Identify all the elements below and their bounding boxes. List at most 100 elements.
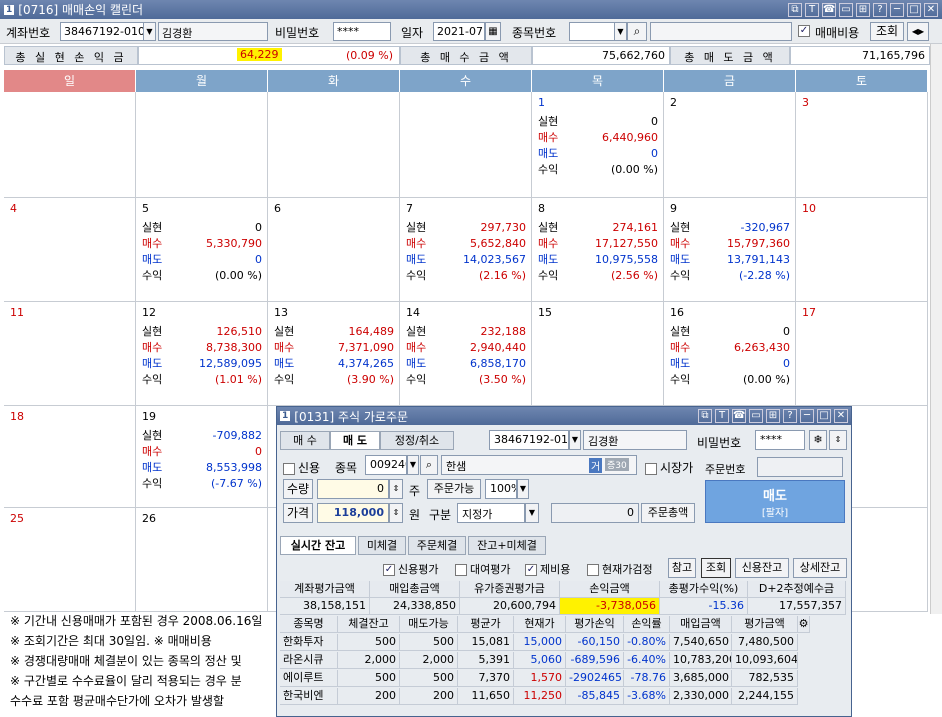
order-no-input[interactable] [757, 457, 843, 477]
holdings-header-cell[interactable]: 평균가 [458, 616, 514, 633]
password-input[interactable]: **** [333, 22, 391, 41]
day-cell[interactable]: 8 실현 274,161 매수 17,127,550 매도 10,975,558 수익 (2.5… [532, 198, 664, 302]
percent-select[interactable]: 100% [485, 479, 517, 499]
fee-option[interactable]: ✓ 제비용 [525, 561, 570, 577]
price-input[interactable]: 118,000 [317, 503, 389, 523]
day-cell[interactable] [136, 92, 268, 198]
subtab-filled[interactable]: 주문체결 [408, 536, 466, 555]
day-cell[interactable]: 15 [532, 302, 664, 406]
date-input[interactable]: 2021-07 [433, 22, 485, 41]
day-cell[interactable]: 18 [4, 406, 136, 508]
market-price-option[interactable]: 시장가 [645, 459, 693, 476]
day-cell[interactable]: 5 실현 0 매수 5,330,790 매도 0 수익 (0.00 %) [136, 198, 268, 302]
tab-sell[interactable]: 매 도 [330, 431, 380, 450]
day-cell[interactable] [400, 92, 532, 198]
holding-row[interactable]: 에이루트 500 500 7,370 1,570 -2902465 -78.76 3,685,… [280, 670, 850, 687]
day-cell[interactable] [268, 92, 400, 198]
order-password-input[interactable]: **** [755, 430, 805, 450]
order-help-icon[interactable]: ? [783, 409, 797, 423]
text-icon[interactable]: T [805, 2, 819, 17]
day-cell[interactable]: 4 [4, 198, 136, 302]
order-total-button[interactable]: 주문총액 [641, 503, 695, 523]
subtab-balance-unfilled[interactable]: 잔고+미체결 [468, 536, 546, 555]
table-settings-icon[interactable]: ⚙ [798, 616, 810, 633]
order-layout-icon[interactable]: ⊞ [766, 409, 780, 423]
stock-code-input[interactable]: 009240 [365, 455, 407, 475]
stock-code-dropdown-icon[interactable]: ▼ [407, 455, 419, 475]
day-cell[interactable]: 14 실현 232,188 매수 2,940,440 매도 6,858,170 수익 (3.50… [400, 302, 532, 406]
day-cell[interactable]: 2 [664, 92, 796, 198]
monitor-icon[interactable]: ▭ [839, 2, 853, 17]
price-spin-icon[interactable]: ⇕ [389, 503, 403, 523]
order-type-select[interactable]: 지정가 [457, 503, 525, 523]
credit-balance-button[interactable]: 신용잔고 [735, 558, 789, 578]
stock-dropdown-icon[interactable]: ▼ [614, 22, 627, 41]
day-cell[interactable]: 1 실현 0 매수 6,440,960 매도 0 수익 (0.00 %) [532, 92, 664, 198]
holdings-header-cell[interactable]: 평가금액 [732, 616, 798, 633]
holdings-header-cell[interactable]: 손익률 [624, 616, 670, 633]
close-icon[interactable]: ✕ [924, 2, 938, 17]
maximize-icon[interactable]: □ [907, 2, 921, 17]
holdings-header-cell[interactable]: 평가손익 [566, 616, 624, 633]
holdings-header-cell[interactable]: 종목명 [280, 616, 338, 633]
order-close-icon[interactable]: ✕ [834, 409, 848, 423]
layout-icon[interactable]: ⊞ [856, 2, 870, 17]
holdings-header-cell[interactable]: 체결잔고 [338, 616, 400, 633]
account-input[interactable]: 38467192-010 [60, 22, 144, 41]
calendar-icon[interactable]: ▦ [485, 22, 501, 41]
order-minimize-icon[interactable]: ─ [800, 409, 814, 423]
loan-eval-option[interactable]: 대여평가 [455, 561, 510, 577]
order-account-dropdown-icon[interactable]: ▼ [569, 430, 581, 450]
day-cell[interactable]: 13 실현 164,489 매수 7,371,090 매도 4,374,265 수익 (3.90… [268, 302, 400, 406]
day-cell[interactable]: 10 [796, 198, 928, 302]
holding-row[interactable]: 한국비엔 200 200 11,650 11,250 -85,845 -3.68% 2,330… [280, 688, 850, 705]
holdings-header-cell[interactable]: 현재가 [514, 616, 566, 633]
curr-check-option[interactable]: 현재가검정 [587, 561, 653, 577]
available-qty-button[interactable]: 주문가능 [427, 479, 481, 499]
day-cell[interactable]: 9 실현 -320,967 매수 15,797,360 매도 13,791,143 수익 (-2… [664, 198, 796, 302]
subtab-unfilled[interactable]: 미체결 [358, 536, 406, 555]
order-maximize-icon[interactable]: □ [817, 409, 831, 423]
account-dropdown-icon[interactable]: ▼ [143, 22, 156, 41]
day-cell[interactable]: 17 [796, 302, 928, 406]
qty-spin-icon[interactable]: ⇕ [389, 479, 403, 499]
day-cell[interactable]: 19 실현 -709,882 매수 0 매도 8,553,998 수익 (-7.67 %) [136, 406, 268, 508]
phone-icon[interactable]: ☎ [822, 2, 836, 17]
order-type-dropdown-icon[interactable]: ▼ [525, 503, 539, 523]
order-restore-icon[interactable]: ⧉ [698, 409, 712, 423]
holdings-header-cell[interactable]: 매입금액 [670, 616, 732, 633]
spin-icon[interactable]: ⇕ [829, 430, 847, 450]
day-cell[interactable]: 7 실현 297,730 매수 5,652,840 매도 14,023,567 수익 (2.16… [400, 198, 532, 302]
stock-search-icon[interactable]: ⌕ [420, 455, 438, 475]
day-cell[interactable]: 25 [4, 508, 136, 612]
keypad-icon[interactable]: ❄ [809, 430, 827, 450]
order-account-input[interactable]: 38467192-010 [489, 430, 569, 450]
day-cell[interactable]: 6 [268, 198, 400, 302]
stock-input[interactable] [569, 22, 615, 41]
search-icon[interactable]: ⌕ [627, 22, 647, 41]
sell-button[interactable]: 매도 [팔자] [705, 480, 845, 523]
order-text-icon[interactable]: T [715, 409, 729, 423]
day-cell[interactable] [4, 92, 136, 198]
fee-checkbox[interactable]: ✓ [798, 25, 810, 37]
query-button[interactable]: 조회 [870, 22, 904, 41]
subtab-realtime-balance[interactable]: 실시간 잔고 [280, 536, 356, 555]
balance-query-button[interactable]: 조회 [701, 558, 731, 578]
minimize-icon[interactable]: ─ [890, 2, 904, 17]
nav-arrows-icon[interactable]: ◀▶ [907, 22, 929, 41]
tab-buy[interactable]: 매 수 [280, 431, 330, 450]
right-scrollbar[interactable] [930, 44, 942, 614]
qty-input[interactable]: 0 [317, 479, 389, 499]
day-cell[interactable]: 3 [796, 92, 928, 198]
percent-dropdown-icon[interactable]: ▼ [517, 479, 529, 499]
holdings-header-cell[interactable]: 매도가능 [400, 616, 458, 633]
credit-eval-option[interactable]: ✓ 신용평가 [383, 561, 438, 577]
day-cell[interactable]: 16 실현 0 매수 6,263,430 매도 0 수익 (0.00 %) [664, 302, 796, 406]
order-monitor-icon[interactable]: ▭ [749, 409, 763, 423]
credit-option[interactable]: 신용 [283, 459, 320, 476]
help-icon[interactable]: ? [873, 2, 887, 17]
day-cell[interactable]: 26 [136, 508, 268, 612]
holding-row[interactable]: 한화투자 500 500 15,081 15,000 -60,150 -0.80% 7,540… [280, 634, 850, 651]
detail-balance-button[interactable]: 상세잔고 [793, 558, 847, 578]
tab-modify-cancel[interactable]: 정정/취소 [380, 431, 454, 450]
